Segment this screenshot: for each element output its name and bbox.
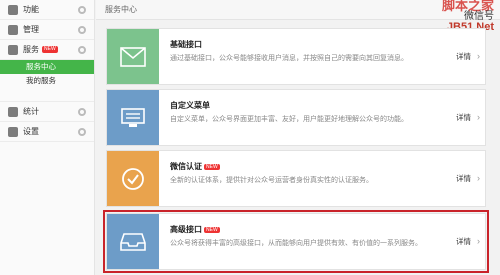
gear-icon: [8, 126, 18, 137]
service-card-verification[interactable]: 微信认证 NEW 全新的认证体系，提供针对公众号运营者身份真实性的认证服务。 详情…: [106, 150, 486, 207]
card-icon-box: [107, 90, 159, 145]
main-content: 服务中心 脚本之家 微信号 JB51.Net 基础接口 通过基础接口，公众号能够…: [96, 0, 500, 275]
chevron-right-icon: ›: [477, 173, 480, 183]
page-title: 服务中心: [96, 0, 500, 20]
sidebar-item-my-services[interactable]: 我的服务: [0, 74, 94, 88]
card-title: 高级接口 NEW: [170, 225, 220, 234]
sidebar: 功能 管理 服务 NEW 服务中心 我的服务 统计 设置: [0, 0, 95, 275]
gear-icon: [78, 108, 86, 116]
new-badge: NEW: [42, 46, 58, 53]
new-badge: NEW: [204, 164, 220, 170]
card-icon-box: [107, 151, 159, 206]
card-description: 公众号将获得丰富的高级接口，从而能够向用户提供有效、有价值的一系列服务。: [170, 240, 422, 247]
service-card-basic-api[interactable]: 基础接口 通过基础接口，公众号能够接收用户消息，并按照自己的需要向其回复消息。 …: [106, 28, 486, 85]
nav-divider: [0, 88, 94, 102]
gear-icon: [78, 6, 86, 14]
gear-icon: [78, 128, 86, 136]
menu-icon: [121, 107, 145, 127]
nav-label: 管理: [23, 25, 39, 34]
check-icon: [122, 167, 144, 190]
card-icon-box: [107, 214, 159, 269]
chart-icon: [8, 106, 18, 117]
card-title: 自定义菜单: [170, 101, 210, 110]
detail-link[interactable]: 详情: [456, 236, 471, 247]
nav-group-stats[interactable]: 统计: [0, 102, 94, 122]
nav-group-service[interactable]: 服务 NEW: [0, 40, 94, 60]
gear-icon: [78, 46, 86, 54]
nav-group-features[interactable]: 功能: [0, 0, 94, 20]
new-badge: NEW: [204, 227, 220, 233]
chevron-right-icon: ›: [477, 51, 480, 61]
gear-icon: [78, 26, 86, 34]
card-description: 全新的认证体系，提供针对公众号运营者身份真实性的认证服务。: [170, 177, 373, 184]
card-description: 自定义菜单，公众号界面更加丰富、友好，用户能更好地理解公众号的功能。: [170, 116, 408, 123]
detail-link[interactable]: 详情: [456, 173, 471, 184]
detail-link[interactable]: 详情: [456, 112, 471, 123]
inbox-icon: [120, 232, 146, 251]
card-title: 基础接口: [170, 40, 202, 49]
service-card-advanced-api[interactable]: 高级接口 NEW 公众号将获得丰富的高级接口，从而能够向用户提供有效、有价值的一系…: [103, 210, 489, 273]
nav-group-manage[interactable]: 管理: [0, 20, 94, 40]
card-title: 微信认证 NEW: [170, 162, 220, 171]
grid-icon: [8, 4, 18, 15]
nav-label: 设置: [23, 127, 39, 136]
chevron-right-icon: ›: [477, 112, 480, 122]
nav-label: 服务: [23, 45, 39, 54]
nav-label: 统计: [23, 107, 39, 116]
server-icon: [8, 44, 18, 55]
mail-icon: [120, 46, 146, 67]
card-description: 通过基础接口，公众号能够接收用户消息，并按照自己的需要向其回复消息。: [170, 55, 408, 62]
chevron-right-icon: ›: [477, 236, 480, 246]
detail-link[interactable]: 详情: [456, 51, 471, 62]
nav-label: 功能: [23, 5, 39, 14]
sidebar-item-service-center[interactable]: 服务中心: [0, 60, 94, 74]
card-icon-box: [107, 29, 159, 84]
service-card-custom-menu[interactable]: 自定义菜单 自定义菜单，公众号界面更加丰富、友好，用户能更好地理解公众号的功能。…: [106, 89, 486, 146]
nav-group-settings[interactable]: 设置: [0, 122, 94, 142]
folder-icon: [8, 24, 18, 35]
